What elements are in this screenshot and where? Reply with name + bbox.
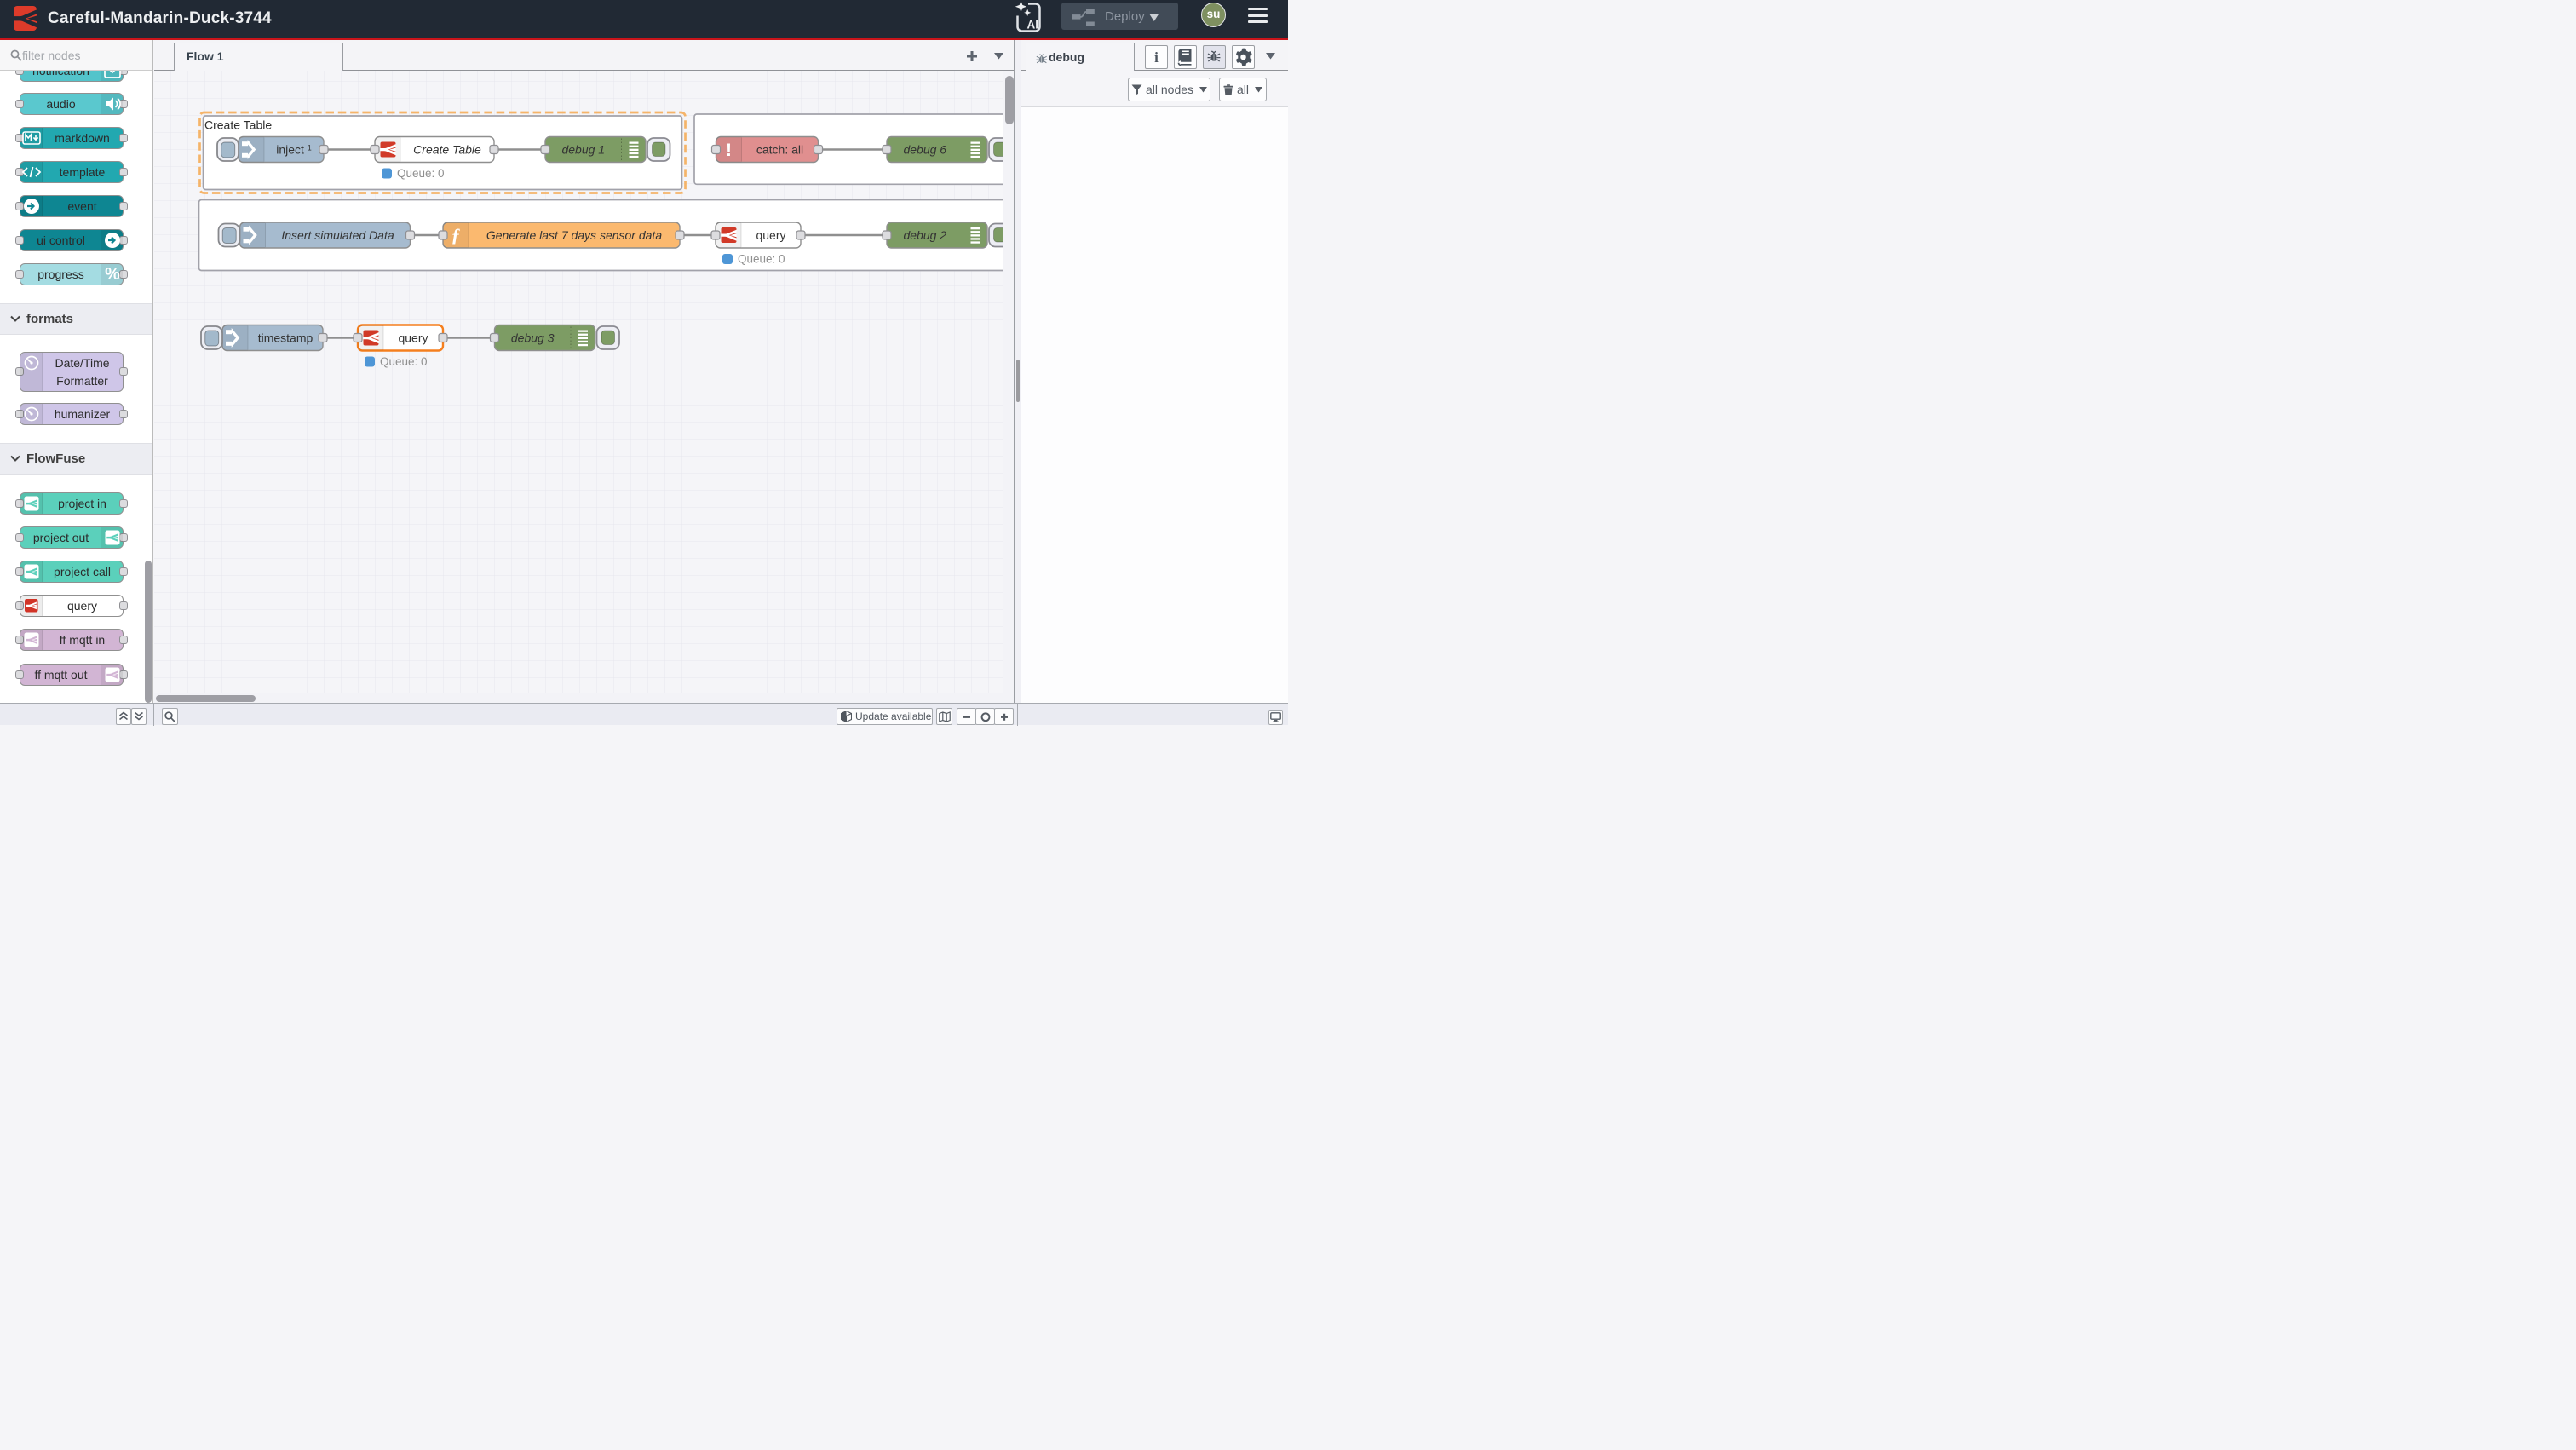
svg-text:ƒ: ƒ	[451, 224, 461, 245]
svg-text:Queue: 0: Queue: 0	[380, 355, 428, 368]
svg-text:Queue: 0: Queue: 0	[397, 167, 445, 180]
svg-text:!: !	[726, 141, 732, 160]
svg-text:AI: AI	[1027, 19, 1039, 32]
svg-text:query: query	[398, 331, 428, 345]
svg-text:Queue: 0: Queue: 0	[738, 253, 785, 266]
svg-text:catch: all: catch: all	[756, 143, 803, 157]
svg-text:debug 3: debug 3	[511, 331, 555, 345]
svg-text:Insert simulated Data: Insert simulated Data	[281, 228, 394, 242]
svg-text:debug 2: debug 2	[903, 228, 946, 242]
svg-text:Create Table: Create Table	[413, 143, 481, 157]
svg-text:inject 1: inject 1	[276, 143, 312, 157]
svg-text:query: query	[756, 228, 785, 242]
svg-text:debug 6: debug 6	[903, 143, 946, 157]
svg-text:Create Table: Create Table	[204, 118, 272, 132]
svg-text:timestamp: timestamp	[258, 331, 313, 345]
svg-text:Generate last 7 days sensor da: Generate last 7 days sensor data	[486, 228, 662, 242]
svg-text:i: i	[1154, 49, 1159, 66]
svg-text:debug 1: debug 1	[561, 143, 605, 157]
